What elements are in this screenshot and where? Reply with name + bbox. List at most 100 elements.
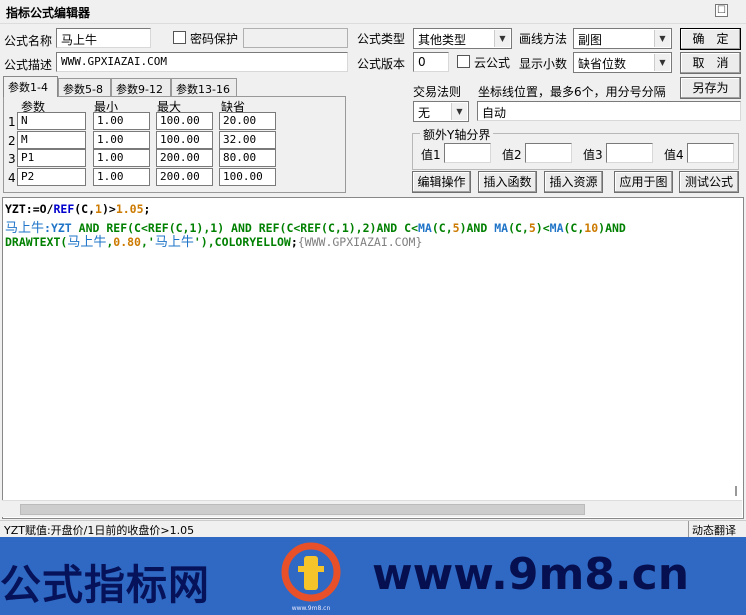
cloud-label: 云公式 [474,56,511,70]
param-min-cell[interactable]: 1.00 [93,168,150,186]
window-title: 指标公式编辑器 [6,6,91,20]
confirm-button[interactable]: 确 定 [680,28,741,50]
banner-url: www.9m8.cn [372,549,690,600]
editor-horizontal-scrollbar[interactable] [2,500,742,517]
code-token: )< [535,221,550,235]
tab-params-5-8[interactable]: 参数5-8 [58,78,111,96]
code-token: 10 [584,221,599,235]
code-token: ; [143,202,151,216]
param-row-num: 1 [8,115,16,129]
code-token: (C, [508,221,529,235]
test-formula-button[interactable]: 测试公式 [679,171,739,193]
code-token: 1.05 [115,202,144,216]
draw-method-value: 副图 [578,33,603,47]
code-token: DRAWTEXT [5,235,61,249]
cancel-button[interactable]: 取 消 [680,52,741,74]
chevron-down-icon[interactable]: ▼ [494,30,510,47]
tab-params-9-12[interactable]: 参数9-12 [111,78,171,96]
description-input[interactable]: WWW.GPXIAZAI.COM [56,52,348,72]
code-token: MA [494,221,509,235]
param-row-num: 3 [8,152,16,166]
code-token: (C, [431,221,453,235]
edit-ops-button[interactable]: 编辑操作 [412,171,471,193]
param-default-cell[interactable]: 20.00 [219,112,276,130]
tab-params-13-16[interactable]: 参数13-16 [171,78,237,96]
coord-input[interactable]: 自动 [477,101,741,121]
param-min-cell[interactable]: 1.00 [93,112,150,130]
val2-label: 值2 [502,148,522,162]
param-default-cell[interactable]: 100.00 [219,168,276,186]
code-token: {WWW.GPXIAZAI.COM} [297,235,423,249]
apply-to-chart-button[interactable]: 应用于图 [614,171,673,193]
param-name-cell[interactable]: M [17,131,86,149]
formula-type-select[interactable]: 其他类型 ▼ [413,28,512,49]
cloud-checkbox[interactable] [457,55,470,68]
code-token: 5 [452,221,460,235]
param-row-num: 2 [8,134,16,148]
param-max-cell[interactable]: 200.00 [156,149,213,167]
code-token: YZT:=O/ [5,202,54,216]
param-default-cell[interactable]: 32.00 [219,131,276,149]
banner-site-name: 公式指标网 [0,561,210,609]
code-token: 5 [528,221,536,235]
status-text: YZT赋值:开盘价/1日前的收盘价>1.05 [4,524,195,537]
code-token: ; [290,235,298,249]
insert-resource-button[interactable]: 插入资源 [544,171,603,193]
password-input [243,28,348,48]
code-token: )> [101,202,116,216]
param-min-cell[interactable]: 1.00 [93,149,150,167]
tab-params-1-4[interactable]: 参数1-4 [3,76,58,97]
maximize-icon[interactable]: ☐ [715,4,728,17]
code-token: MA [549,221,564,235]
val1-label: 值1 [421,148,441,162]
chevron-down-icon[interactable]: ▼ [451,103,467,120]
site-logo-icon: www.9m8.cn [281,542,341,612]
coord-label: 坐标线位置，最多6个，用分号分隔 [478,85,666,99]
decimals-select[interactable]: 缺省位数 ▼ [573,52,672,73]
code-token: 马上牛 [67,235,107,250]
version-input[interactable]: 0 [413,52,449,72]
code-line-3: DRAWTEXT(马上牛,0.80,'马上牛'),COLORYELLOW;{WW… [5,231,422,250]
val4-label: 值4 [664,148,684,162]
trade-rule-label: 交易法则 [413,85,462,99]
param-name-cell[interactable]: N [17,112,86,130]
code-token: COLORYELLOW [214,235,291,249]
insert-function-button[interactable]: 插入函数 [478,171,537,193]
status-bar: YZT赋值:开盘价/1日前的收盘价>1.05 动态翻译 [0,520,746,538]
code-token: '), [193,235,215,249]
param-default-cell[interactable]: 80.00 [219,149,276,167]
password-checkbox[interactable] [173,31,186,44]
description-label: 公式描述 [4,58,53,72]
code-line-1: YZT:=O/REF(C,1)>1.05; [5,202,150,216]
param-name-cell[interactable]: P1 [17,149,86,167]
code-token: )AND [598,221,626,235]
val4-input[interactable] [687,143,734,163]
decimals-value: 缺省位数 [578,57,627,71]
draw-method-select[interactable]: 副图 ▼ [573,28,672,49]
watermark-banner: 公式指标网 www.9m8.cn www.9m8.cn [0,537,746,615]
val2-input[interactable] [525,143,572,163]
trade-rule-value: 无 [418,106,431,120]
param-max-cell[interactable]: 200.00 [156,168,213,186]
chevron-down-icon[interactable]: ▼ [654,30,670,47]
param-max-cell[interactable]: 100.00 [156,112,213,130]
param-max-cell[interactable]: 100.00 [156,131,213,149]
code-token: ,' [140,235,155,249]
code-token: REF [53,202,75,216]
save-as-button[interactable]: 另存为 [680,77,741,99]
logo-caption: www.9m8.cn [292,605,331,612]
decimals-label: 显示小数 [519,57,568,71]
password-label: 密码保护 [190,32,239,46]
val1-input[interactable] [444,143,491,163]
scrollbar-thumb[interactable] [20,504,585,515]
code-token: 马上牛 [154,235,194,250]
dynamic-translate-button[interactable]: 动态翻译 [688,521,744,538]
param-name-cell[interactable]: P2 [17,168,86,186]
formula-editor[interactable]: YZT:=O/REF(C,1)>1.05; 马上牛:YZT AND REF(C<… [2,197,744,519]
chevron-down-icon[interactable]: ▼ [654,54,670,71]
formula-type-label: 公式类型 [357,32,406,46]
val3-input[interactable] [606,143,653,163]
param-min-cell[interactable]: 1.00 [93,131,150,149]
formula-name-input[interactable]: 马上牛 [56,28,151,48]
trade-rule-select[interactable]: 无 ▼ [413,101,469,122]
